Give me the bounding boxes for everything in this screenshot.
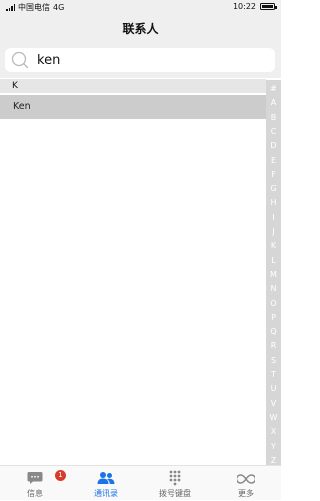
index-letter[interactable]: I bbox=[266, 213, 281, 223]
index-letter[interactable]: V bbox=[266, 399, 281, 409]
tab-more[interactable]: 更多 bbox=[226, 466, 266, 501]
tab-dialpad[interactable]: 拨号键盘 bbox=[152, 466, 198, 501]
index-letter[interactable]: A bbox=[266, 98, 281, 108]
index-letter[interactable]: D bbox=[266, 141, 281, 151]
index-letter[interactable]: N bbox=[266, 284, 281, 294]
index-letter[interactable]: F bbox=[266, 170, 281, 180]
index-letter[interactable]: M bbox=[266, 270, 281, 280]
tab-contacts[interactable]: 通讯录 bbox=[84, 466, 128, 501]
network-label: 4G bbox=[53, 3, 65, 12]
index-letter[interactable]: S bbox=[266, 356, 281, 366]
clock-label: 10:22 bbox=[232, 2, 256, 11]
contact-row-ken[interactable]: Ken bbox=[0, 95, 266, 119]
tab-label: 拨号键盘 bbox=[159, 489, 191, 498]
tab-label: 通讯录 bbox=[94, 489, 118, 498]
index-letter[interactable]: H bbox=[266, 198, 281, 208]
index-letter[interactable]: L bbox=[266, 256, 281, 266]
status-bar: 中国电信 4G 10:22 bbox=[0, 0, 281, 16]
tab-messages[interactable]: 1 信息 bbox=[12, 466, 66, 501]
bottom-tab-bar: 1 信息 通讯录 拨号键盘 更多 bbox=[0, 465, 281, 500]
search-box[interactable] bbox=[5, 48, 275, 72]
page-title: 联系人 bbox=[122, 22, 159, 36]
index-letter[interactable]: Y bbox=[266, 442, 281, 452]
index-letter[interactable]: W bbox=[266, 413, 281, 423]
battery-icon bbox=[260, 3, 277, 10]
search-icon bbox=[9, 48, 31, 72]
index-letter[interactable]: G bbox=[266, 184, 281, 194]
index-letter[interactable]: B bbox=[266, 113, 281, 123]
dialpad-icon bbox=[169, 470, 181, 490]
index-letter[interactable]: P bbox=[266, 313, 281, 323]
message-icon bbox=[27, 470, 43, 489]
tab-label: 信息 bbox=[27, 489, 43, 498]
alphabet-index-bar[interactable]: # A B C D E F G H I J K L M N O P Q R S T U V W X Y Z bbox=[266, 80, 281, 465]
message-badge: 1 bbox=[55, 470, 66, 481]
index-letter[interactable]: O bbox=[266, 299, 281, 309]
index-letter[interactable]: E bbox=[266, 156, 281, 166]
contacts-icon bbox=[97, 470, 115, 489]
index-letter[interactable]: K bbox=[266, 241, 281, 251]
index-letter[interactable]: # bbox=[266, 84, 281, 94]
section-header: K bbox=[0, 79, 266, 93]
search-input[interactable] bbox=[37, 52, 257, 68]
index-letter[interactable]: X bbox=[266, 427, 281, 437]
index-letter[interactable]: U bbox=[266, 384, 281, 394]
signal-icon bbox=[6, 4, 15, 11]
more-icon bbox=[235, 470, 257, 489]
index-letter[interactable]: T bbox=[266, 370, 281, 380]
carrier-label: 中国电信 bbox=[18, 3, 50, 12]
index-letter[interactable]: R bbox=[266, 341, 281, 351]
index-letter[interactable]: C bbox=[266, 127, 281, 137]
tab-label: 更多 bbox=[238, 489, 254, 498]
header-area: 中国电信 4G 10:22 联系人 bbox=[0, 0, 281, 78]
index-letter[interactable]: J bbox=[266, 227, 281, 237]
index-letter[interactable]: Q bbox=[266, 327, 281, 337]
